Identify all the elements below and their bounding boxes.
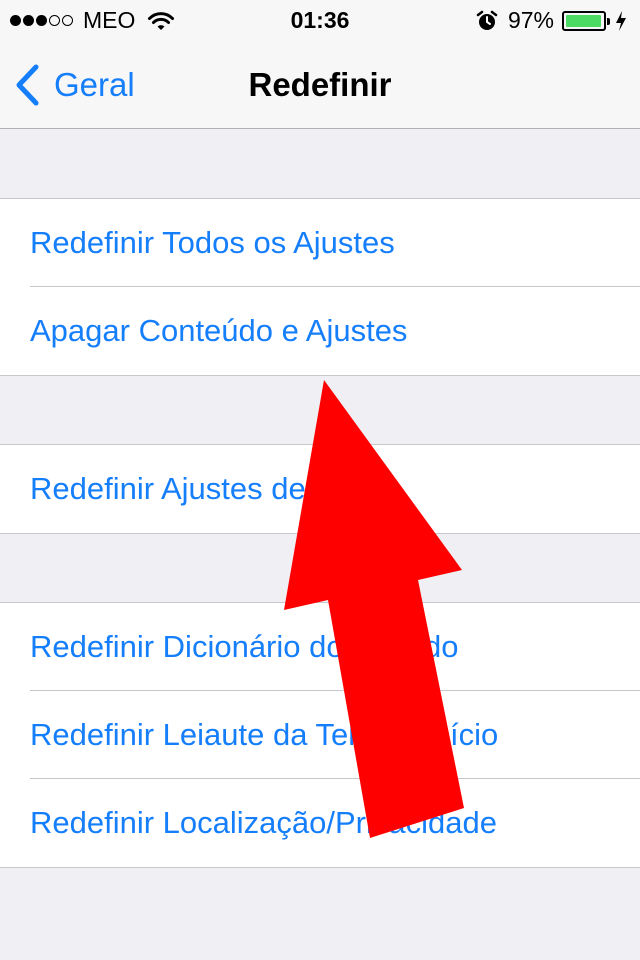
signal-dot bbox=[10, 15, 21, 26]
reset-group-network: Redefinir Ajustes de Rede bbox=[0, 444, 640, 534]
status-right: 97% bbox=[476, 7, 628, 34]
navigation-bar: Geral Redefinir bbox=[0, 40, 640, 129]
erase-content-and-settings-button[interactable]: Apagar Conteúdo e Ajustes bbox=[0, 286, 640, 375]
carrier-name: MEO bbox=[83, 7, 136, 33]
battery-level-fill bbox=[566, 14, 601, 27]
signal-dot bbox=[36, 15, 47, 26]
reset-all-settings-button[interactable]: Redefinir Todos os Ajustes bbox=[0, 199, 640, 287]
signal-dot bbox=[62, 15, 73, 26]
status-bar: MEO 01:36 97% bbox=[0, 0, 640, 40]
status-left: MEO bbox=[10, 7, 175, 34]
chevron-left-icon bbox=[16, 64, 39, 106]
charging-bolt-icon bbox=[616, 10, 626, 31]
battery-icon bbox=[562, 10, 610, 31]
battery-percentage: 97% bbox=[507, 7, 554, 33]
reset-home-screen-layout-button[interactable]: Redefinir Leiaute da Tela de Início bbox=[0, 690, 640, 779]
reset-group-general: Redefinir Todos os Ajustes Apagar Conteú… bbox=[0, 198, 640, 376]
reset-network-settings-button[interactable]: Redefinir Ajustes de Rede bbox=[0, 445, 640, 533]
back-button-label: Geral bbox=[54, 66, 135, 103]
wifi-icon bbox=[148, 11, 175, 30]
back-button[interactable]: Geral bbox=[14, 64, 135, 106]
signal-dot bbox=[23, 15, 34, 26]
signal-strength-dots bbox=[10, 15, 75, 26]
reset-keyboard-dictionary-button[interactable]: Redefinir Dicionário do Teclado bbox=[0, 603, 640, 691]
signal-dot bbox=[49, 15, 60, 26]
reset-location-privacy-button[interactable]: Redefinir Localização/Privacidade bbox=[0, 778, 640, 867]
alarm-icon bbox=[476, 10, 498, 30]
reset-group-other: Redefinir Dicionário do Teclado Redefini… bbox=[0, 602, 640, 868]
